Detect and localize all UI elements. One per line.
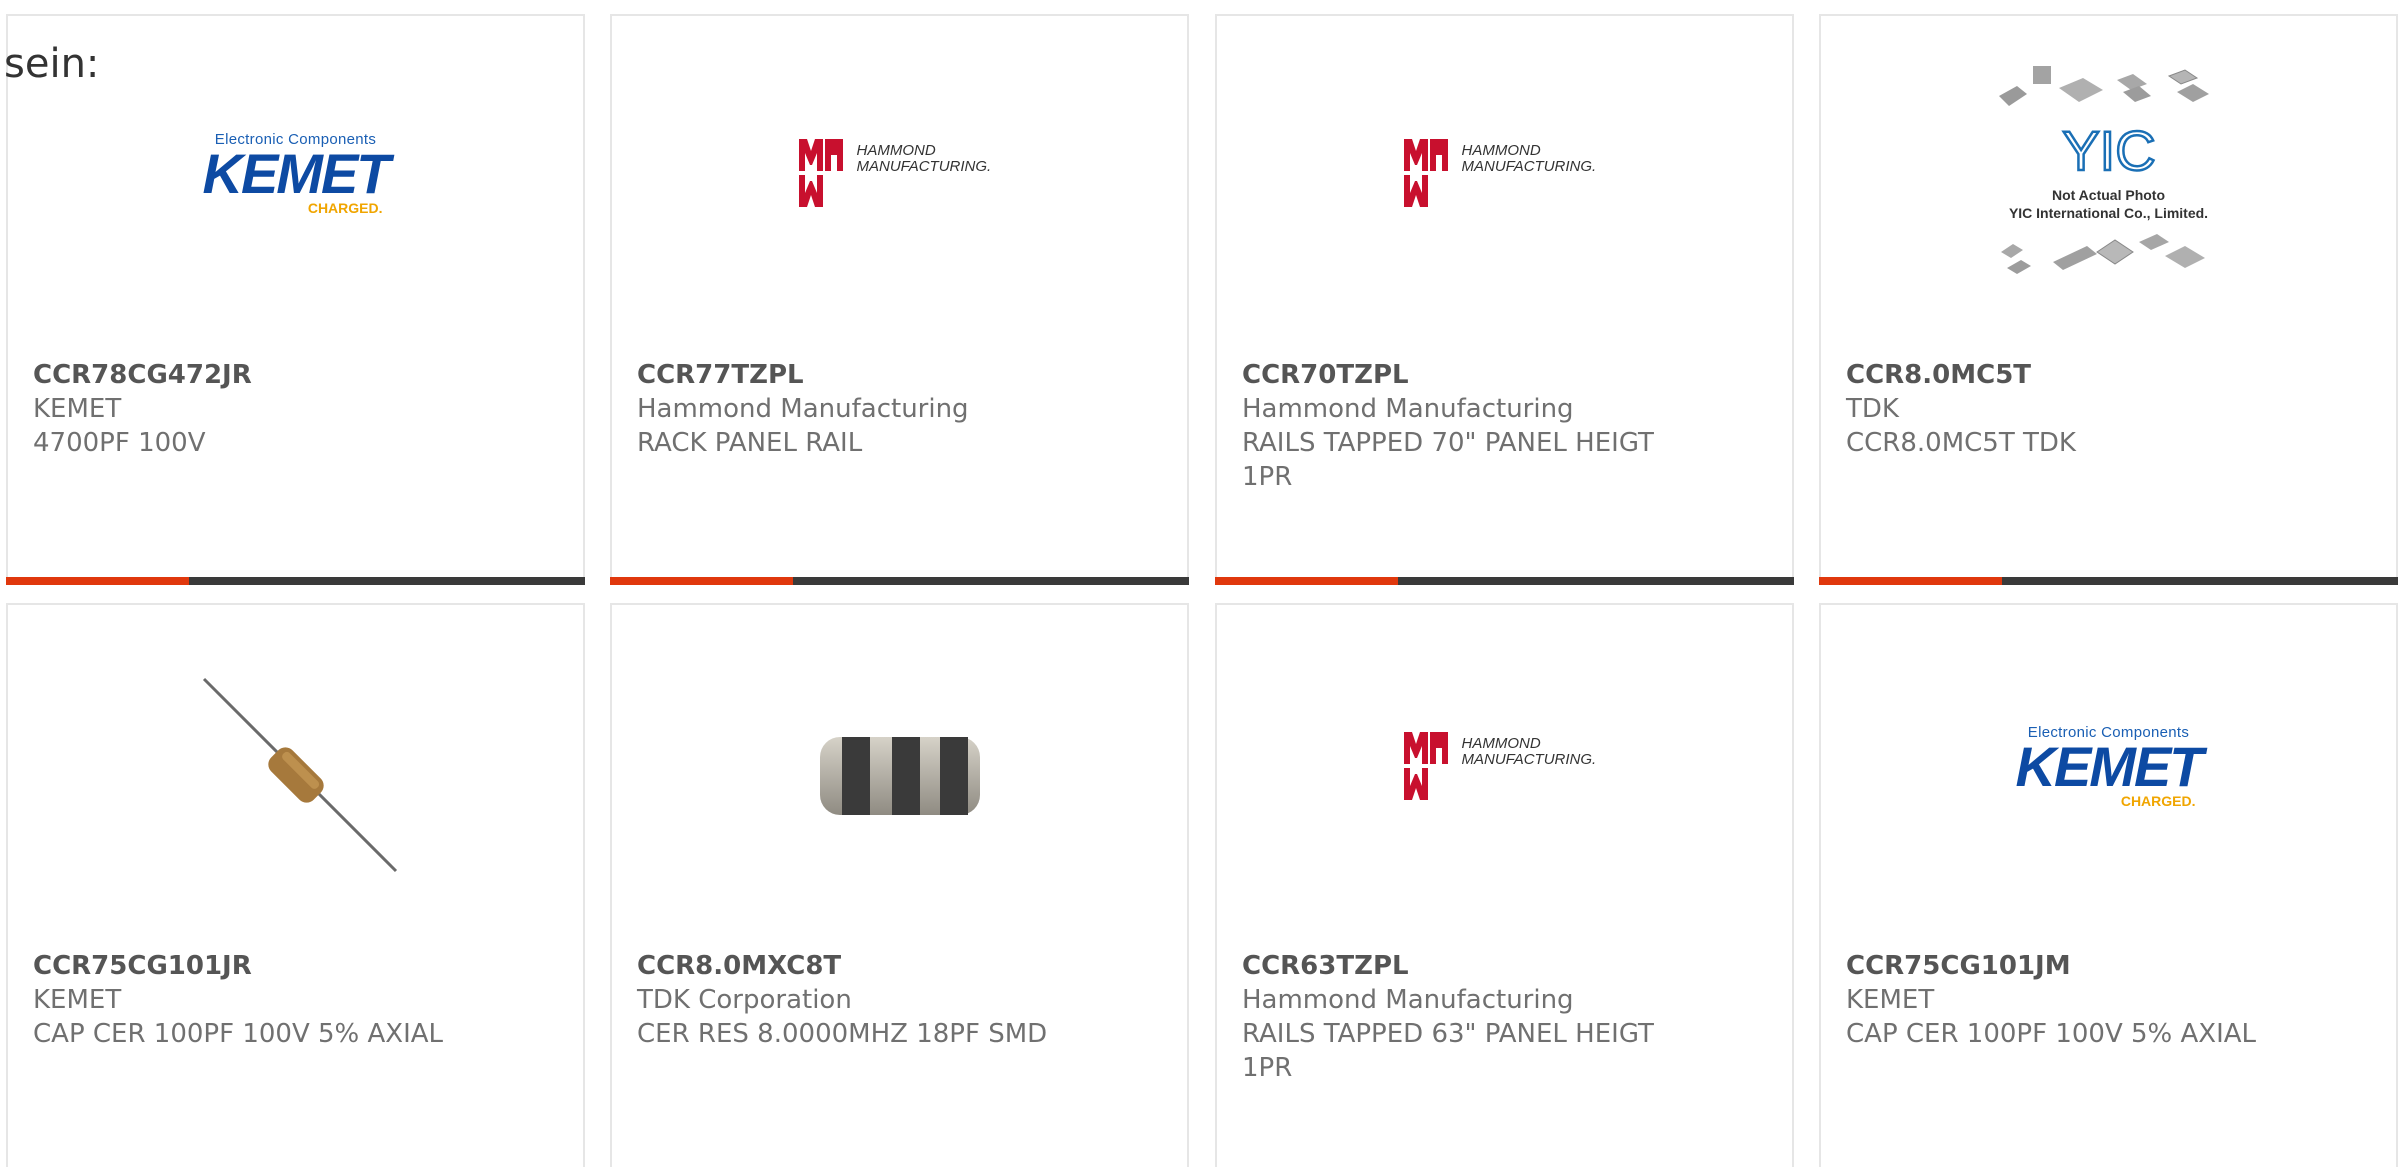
product-card[interactable]: HAMMOND MANUFACTURING. CCR77TZPL Hammond… [610,14,1189,585]
product-info: CCR75CG101JM KEMET CAP CER 100PF 100V 5%… [1846,949,2376,1051]
part-number-link[interactable]: CCR63TZPL [1242,949,1772,983]
product-card[interactable]: CCR75CG101JR KEMET CAP CER 100PF 100V 5%… [6,603,585,1167]
description: CCR8.0MC5T TDK [1846,428,2076,458]
photo-caption: Not Actual Photo [2051,187,2166,203]
part-number-link[interactable]: CCR75CG101JM [1846,949,2376,983]
product-info: CCR77TZPL Hammond Manufacturing RACK PAN… [637,358,1167,460]
manufacturer: KEMET [33,985,122,1015]
description: RACK PANEL RAIL [637,428,863,458]
intro-text: sein: [4,41,100,87]
axial-capacitor-icon [202,677,397,873]
card-bottom-bar [610,577,1189,585]
card-bottom-bar [1215,577,1794,585]
product-card[interactable]: CCR8.0MXC8T TDK Corporation CER RES 8.00… [610,603,1189,1167]
part-number-link[interactable]: CCR78CG472JR [33,358,563,392]
hammond-mark-icon [1403,732,1448,800]
part-number-link[interactable]: CCR8.0MXC8T [637,949,1167,983]
svg-text:YIC: YIC [2062,119,2155,182]
manufacturer: KEMET [33,394,122,424]
manufacturer: Hammond Manufacturing [1242,985,1574,1015]
hammond-logo: HAMMOND MANUFACTURING. [1400,730,1610,802]
product-image[interactable]: YIC Not Actual Photo YIC International C… [1979,66,2239,278]
product-image[interactable] [770,675,1030,875]
product-image[interactable]: Electronic Components KEMET CHARGED. [1979,661,2239,871]
product-card[interactable]: Electronic Components KEMET CHARGED. CCR… [1819,603,2398,1167]
kemet-logo: Electronic Components KEMET CHARGED. [202,130,391,216]
hammond-logo: HAMMOND MANUFACTURING. [795,137,1005,209]
product-image[interactable]: HAMMOND MANUFACTURING. [1375,661,1635,871]
card-accent [6,577,189,585]
description: CAP CER 100PF 100V 5% AXIAL [1846,1019,2257,1049]
product-info: CCR78CG472JR KEMET 4700PF 100V [33,358,563,460]
hammond-logo: HAMMOND MANUFACTURING. [1400,137,1610,209]
card-bottom-bar [6,577,585,585]
photo-caption: YIC International Co., Limited. [2008,205,2209,221]
manufacturer: KEMET [1846,985,1935,1015]
part-number-link[interactable]: CCR8.0MC5T [1846,358,2376,392]
hammond-mark-icon [798,139,843,207]
product-card[interactable]: HAMMOND MANUFACTURING. CCR63TZPL Hammond… [1215,603,1794,1167]
component-sketches-icon: YIC [1998,66,2209,274]
product-image[interactable]: Electronic Components KEMET CHARGED. [166,68,426,278]
product-card[interactable]: Electronic Components KEMET CHARGED. CCR… [6,14,585,585]
product-image[interactable]: HAMMOND MANUFACTURING. [1375,68,1635,278]
description: CER RES 8.0000MHZ 18PF SMD [637,1019,1048,1049]
description: CAP CER 100PF 100V 5% AXIAL [33,1019,444,1049]
manufacturer: Hammond Manufacturing [637,394,969,424]
description: RAILS TAPPED 63" PANEL HEIGT 1PR [1242,1019,1654,1083]
hammond-mark-icon [1403,139,1448,207]
manufacturer: Hammond Manufacturing [1242,394,1574,424]
product-info: CCR63TZPL Hammond Manufacturing RAILS TA… [1242,949,1772,1085]
part-number-link[interactable]: CCR70TZPL [1242,358,1772,392]
part-number-link[interactable]: CCR77TZPL [637,358,1167,392]
description: 4700PF 100V [33,428,206,458]
card-accent [610,577,793,585]
product-grid-page: sein: Electronic Components KEMET CHARGE… [0,0,2400,1167]
product-info: CCR75CG101JR KEMET CAP CER 100PF 100V 5%… [33,949,563,1051]
smd-resonator-icon [819,737,980,815]
product-info: CCR8.0MC5T TDK CCR8.0MC5T TDK [1846,358,2376,460]
card-accent [1819,577,2002,585]
description: RAILS TAPPED 70" PANEL HEIGT 1PR [1242,428,1654,492]
manufacturer: TDK Corporation [637,985,852,1015]
product-image[interactable] [166,675,426,875]
part-number-link[interactable]: CCR75CG101JR [33,949,563,983]
card-bottom-bar [1819,577,2398,585]
product-info: CCR8.0MXC8T TDK Corporation CER RES 8.00… [637,949,1167,1051]
product-info: CCR70TZPL Hammond Manufacturing RAILS TA… [1242,358,1772,494]
product-image[interactable]: HAMMOND MANUFACTURING. [770,68,1030,278]
product-card[interactable]: YIC Not Actual Photo YIC International C… [1819,14,2398,585]
yic-placeholder-photo: YIC Not Actual Photo YIC International C… [1979,58,2239,288]
product-card[interactable]: HAMMOND MANUFACTURING. CCR70TZPL Hammond… [1215,14,1794,585]
kemet-logo: Electronic Components KEMET CHARGED. [2015,723,2204,809]
manufacturer: TDK [1846,394,1899,424]
card-accent [1215,577,1398,585]
